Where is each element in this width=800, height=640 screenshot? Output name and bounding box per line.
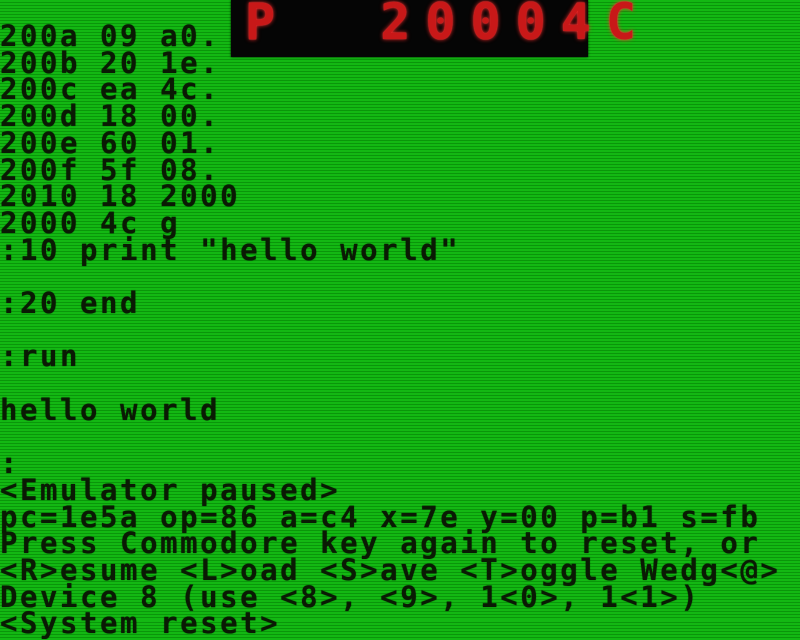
run-command-line: :run	[0, 339, 81, 374]
basic-line: :20 end	[0, 286, 141, 320]
system-reset-line[interactable]: <System reset>	[0, 609, 280, 638]
basic-line: :10 print "hello world"	[0, 232, 461, 267]
emulator-screen[interactable]: 200a 09 a0. 200b 20 1e. 200c ea 4c. 200d…	[0, 0, 800, 638]
led-address-text: P 20004C	[245, 0, 651, 51]
program-output-line: hello world	[0, 392, 221, 427]
led-address-display: P 20004C	[231, 0, 636, 57]
